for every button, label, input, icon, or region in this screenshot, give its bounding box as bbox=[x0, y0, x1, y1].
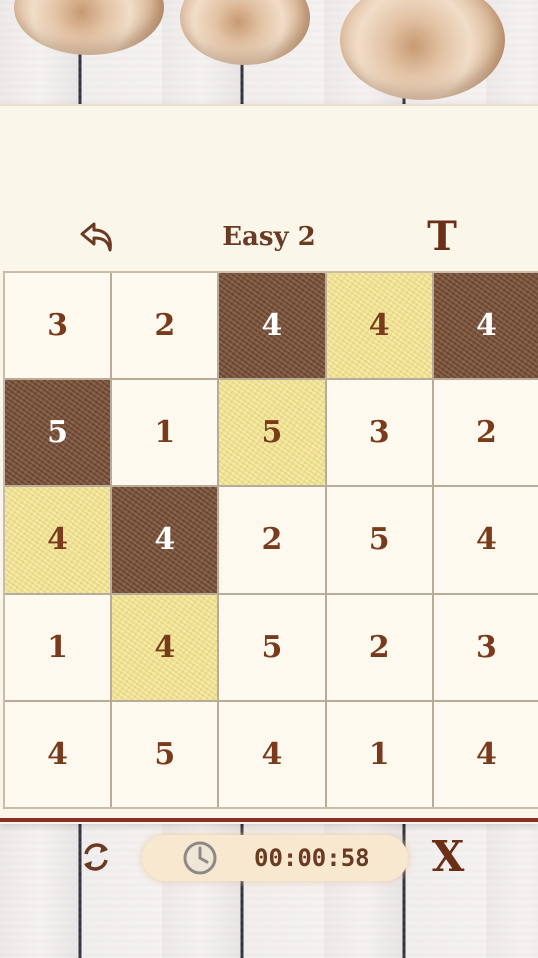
cell-number: 4 bbox=[154, 522, 176, 558]
grid-cell[interactable]: 4 bbox=[433, 487, 538, 593]
grid-cell[interactable]: 4 bbox=[112, 594, 218, 701]
grid-cell[interactable]: 2 bbox=[219, 487, 325, 593]
grid-cell[interactable]: 5 bbox=[5, 380, 111, 486]
grid-cell[interactable]: 4 bbox=[219, 701, 325, 807]
grid-cell[interactable]: 3 bbox=[5, 273, 111, 379]
grid-cell[interactable]: 4 bbox=[112, 487, 218, 593]
grid-cell[interactable]: 3 bbox=[326, 380, 432, 486]
cell-number: 4 bbox=[261, 736, 283, 772]
grid-cell[interactable]: 4 bbox=[433, 273, 538, 379]
paper-edge bbox=[0, 818, 538, 822]
grid-cell[interactable]: 3 bbox=[433, 594, 538, 700]
clock-icon bbox=[183, 841, 217, 875]
cell-number: 5 bbox=[368, 522, 390, 558]
grid-cell[interactable]: 1 bbox=[326, 701, 432, 807]
cell-number: 4 bbox=[154, 629, 176, 665]
grid-cell[interactable]: 4 bbox=[5, 701, 111, 807]
cell-number: 1 bbox=[47, 629, 69, 665]
grid-cell[interactable]: 4 bbox=[326, 273, 433, 379]
cell-number: 5 bbox=[261, 629, 283, 665]
grid-cell[interactable]: 2 bbox=[112, 273, 218, 379]
grid-cell[interactable]: 5 bbox=[219, 594, 325, 700]
cell-number: 5 bbox=[154, 736, 176, 772]
cell-number: 4 bbox=[475, 522, 497, 558]
cell-number: 5 bbox=[47, 415, 69, 451]
timer-panel: 00:00:58 bbox=[142, 835, 408, 881]
cell-number: 2 bbox=[368, 629, 390, 665]
grid-cell[interactable]: 5 bbox=[112, 701, 218, 807]
grid-cell[interactable]: 1 bbox=[5, 594, 111, 700]
cell-number: 5 bbox=[261, 415, 283, 451]
cell-number: 1 bbox=[368, 736, 390, 772]
elapsed-time: 00:00:58 bbox=[254, 844, 370, 872]
cell-number: 4 bbox=[475, 736, 497, 772]
cell-number: 4 bbox=[368, 308, 390, 344]
close-button[interactable]: X bbox=[430, 832, 466, 882]
cell-number: 4 bbox=[47, 736, 69, 772]
grid-cell[interactable]: 2 bbox=[326, 594, 432, 700]
grid-cell[interactable]: 4 bbox=[219, 273, 325, 379]
cell-number: 2 bbox=[154, 308, 176, 344]
grid-cell[interactable]: 1 bbox=[112, 380, 218, 486]
cell-number: 3 bbox=[475, 629, 497, 665]
cell-number: 4 bbox=[261, 308, 283, 344]
grid-cell[interactable]: 4 bbox=[433, 701, 538, 807]
cell-number: 1 bbox=[154, 415, 176, 451]
grid-cell[interactable]: 2 bbox=[433, 380, 538, 486]
hint-button[interactable]: T bbox=[424, 216, 460, 258]
restart-icon bbox=[84, 843, 108, 871]
cell-number: 2 bbox=[475, 415, 497, 451]
cell-number: 4 bbox=[475, 308, 497, 344]
cell-number: 3 bbox=[368, 415, 390, 451]
puzzle-grid: 3 2 4 4 4 5 1 5 3 2 4 4 2 5 4 1 4 5 2 3 4 5 4 1 4 bbox=[3, 271, 538, 809]
grid-cell[interactable]: 4 bbox=[5, 487, 111, 593]
grid-cell[interactable]: 5 bbox=[326, 487, 432, 593]
restart-button[interactable] bbox=[78, 838, 114, 876]
cell-number: 2 bbox=[261, 522, 283, 558]
cell-number: 4 bbox=[47, 522, 69, 558]
cell-number: 3 bbox=[47, 308, 69, 344]
top-bar: Easy 2 T bbox=[0, 214, 538, 262]
bottom-bar: 00:00:58 X bbox=[0, 830, 538, 890]
grid-cell[interactable]: 5 bbox=[219, 380, 325, 486]
